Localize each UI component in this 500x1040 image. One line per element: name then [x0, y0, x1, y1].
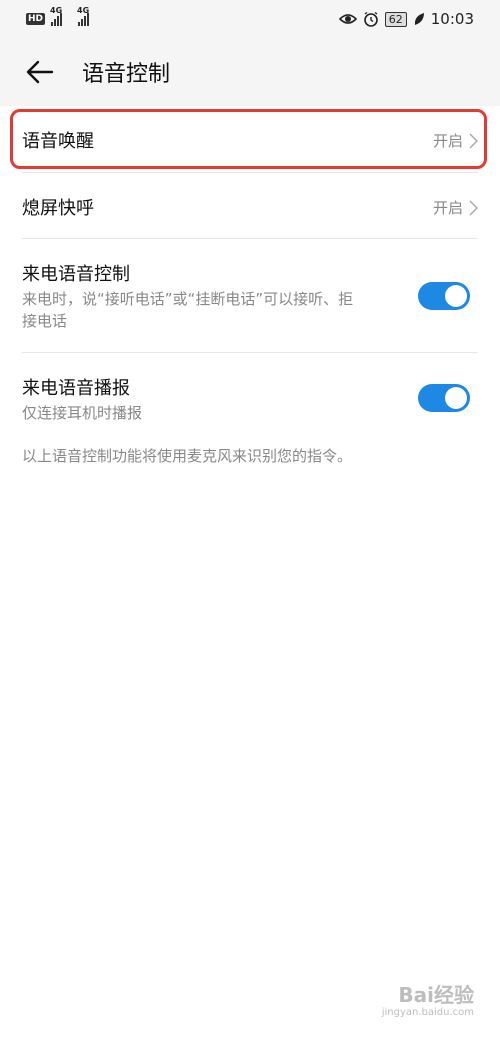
setting-screen-off-quick-call[interactable]: 熄屏快呼 开启	[22, 174, 478, 236]
signal-icon-sim2: 4G	[77, 6, 89, 26]
highlight-box	[10, 109, 487, 169]
toggle-knob	[445, 285, 467, 307]
setting-screen-off-quick-call-status: 开启	[432, 199, 463, 217]
setting-screen-off-quick-call-value: 开启	[433, 197, 478, 218]
page-title: 语音控制	[82, 62, 171, 87]
microphone-usage-note: 以上语音控制功能将使用麦克风来识别您的指令。	[22, 447, 353, 465]
watermark-sub: jingyan.baidu.com	[381, 1007, 474, 1018]
status-bar-left: HD 4G 4G	[26, 6, 89, 26]
battery-indicator: 62	[384, 11, 407, 27]
back-arrow-icon	[26, 60, 54, 84]
setting-incoming-call-announcement: 来电语音播报 仅连接耳机时播报	[22, 354, 478, 434]
back-button[interactable]	[20, 52, 60, 92]
status-time: 10:03	[430, 10, 474, 28]
setting-incoming-call-voice-control-description: 来电时，说“接听电话”或“挂断电话”可以接听、拒接电话	[22, 290, 354, 330]
incoming-call-announcement-toggle[interactable]	[418, 384, 470, 412]
app-header: 语音控制	[0, 38, 500, 106]
divider	[22, 352, 478, 353]
chevron-right-icon	[469, 199, 478, 216]
setting-incoming-call-voice-control: 来电语音控制 来电时，说“接听电话”或“挂断电话”可以接听、拒接电话	[22, 240, 478, 350]
toggle-knob	[445, 387, 467, 409]
setting-incoming-call-voice-control-label: 来电语音控制	[22, 264, 130, 285]
hd-badge: HD	[26, 13, 46, 25]
watermark-logo: Bai经验 jingyan.baidu.com	[364, 979, 474, 1027]
status-bar-right: 62 10:03	[338, 10, 474, 28]
setting-screen-off-quick-call-label: 熄屏快呼	[22, 198, 94, 219]
divider	[22, 172, 478, 173]
network-type-sim1: 4G	[50, 6, 63, 15]
signal-icon-sim1: 4G	[50, 6, 62, 26]
divider	[22, 238, 478, 239]
eye-icon	[338, 14, 357, 24]
setting-incoming-call-announcement-description: 仅连接耳机时播报	[22, 404, 143, 422]
status-bar: HD 4G 4G 62 10:03	[0, 0, 500, 38]
setting-incoming-call-announcement-label: 来电语音播报	[22, 378, 130, 399]
watermark-main: Bai经验	[398, 983, 474, 1007]
alarm-icon	[363, 11, 378, 27]
incoming-call-voice-control-toggle[interactable]	[418, 282, 470, 310]
leaf-icon	[414, 13, 424, 25]
network-type-sim2: 4G	[77, 6, 90, 15]
